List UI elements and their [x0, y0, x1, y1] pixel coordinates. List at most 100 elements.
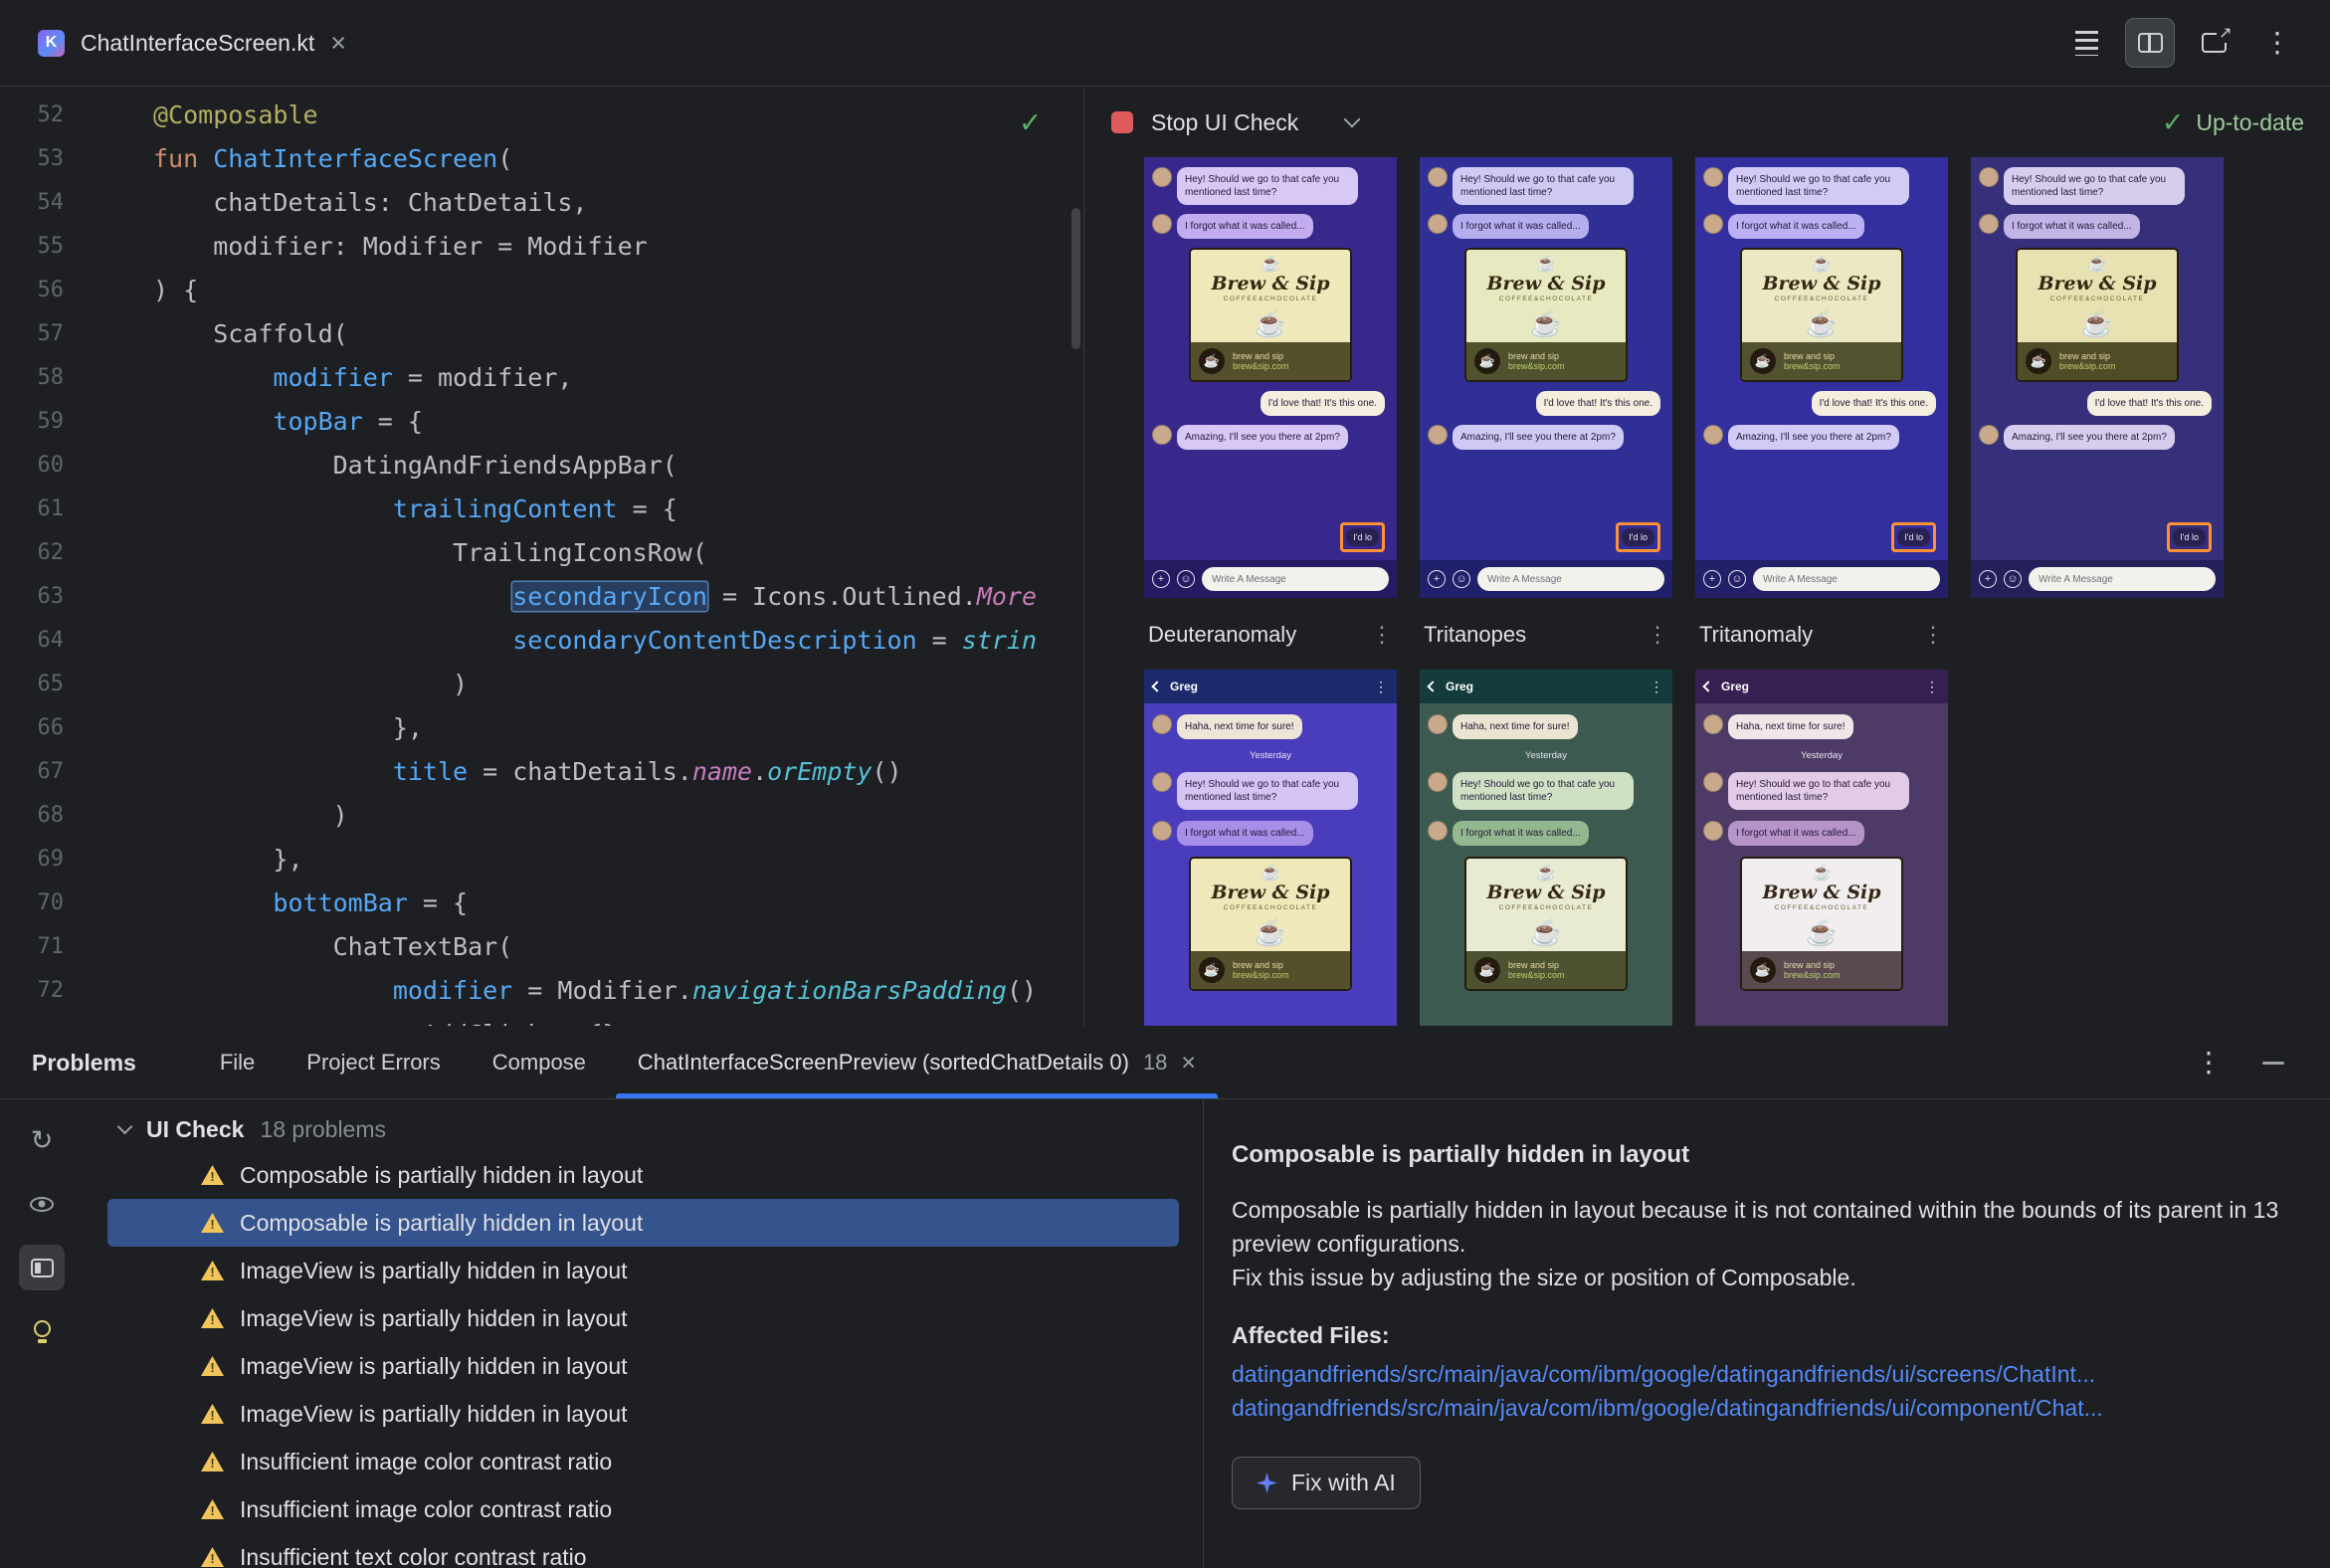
brew-sip-card: ☕ Brew & Sip COFFEE&CHOCOLATE ☕ ☕ brew and si… — [2016, 248, 2179, 382]
chat-message: Amazing, I'll see you there at 2pm? — [1979, 425, 2216, 450]
avatar — [1428, 214, 1448, 234]
problem-item[interactable]: ! ImageView is partially hidden in layout — [84, 1390, 1203, 1438]
preview-card[interactable]: Hey! Should we go to that cafe you menti… — [1971, 157, 2224, 598]
tab-project-errors[interactable]: Project Errors — [281, 1027, 466, 1098]
avatar — [1979, 425, 1999, 445]
refresh-button[interactable]: ↻ — [19, 1117, 65, 1163]
coffee-photo: ☕ — [1529, 916, 1563, 947]
close-icon[interactable]: × — [330, 29, 346, 57]
emoji-icon: ☺ — [1453, 570, 1470, 588]
stop-icon[interactable] — [1111, 111, 1133, 133]
affected-file-link[interactable]: datingandfriends/src/main/java/com/ibm/g… — [1232, 1391, 2286, 1425]
coffee-photo: ☕ — [1805, 307, 1839, 338]
add-icon: + — [1152, 570, 1170, 588]
chat-message: I'd love that! It's this one. — [1535, 391, 1660, 416]
quickfix-button[interactable] — [19, 1308, 65, 1354]
warning-icon: ! — [201, 1261, 224, 1280]
preview-card[interactable]: Greg ⋮ Haha, next time for sure! Yesterda… — [1144, 670, 1397, 1026]
code-editor[interactable]: 52 @Composable 53 fun ChatInterfaceScreen(… — [0, 88, 1084, 1026]
tab-chatinterfacescreen-preview[interactable]: ChatInterfaceScreenPreview (sortedChatDe… — [612, 1027, 1222, 1098]
problem-item[interactable]: ! ImageView is partially hidden in layout — [84, 1247, 1203, 1294]
problem-item[interactable]: ! Insufficient text color contrast ratio — [84, 1533, 1203, 1567]
problem-item-selected[interactable]: ! Composable is partially hidden in layou… — [107, 1199, 1179, 1247]
affected-files-heading: Affected Files: — [1232, 1322, 1390, 1348]
code-line: 71 ChatTextBar( — [37, 932, 513, 961]
kebab-icon: ⋮ — [1374, 678, 1388, 694]
tab-file[interactable]: File — [194, 1027, 281, 1098]
code-line: 68 ) — [37, 801, 348, 830]
tool-window-title[interactable]: Problems — [30, 1050, 154, 1077]
kebab-icon[interactable]: ⋮ — [2195, 1049, 2223, 1077]
coffee-cup-icon: ☕ — [1199, 348, 1225, 374]
preview-card[interactable]: Hey! Should we go to that cafe you menti… — [1695, 157, 1948, 598]
chat-message: I forgot what it was called... — [1428, 214, 1664, 239]
preview-card[interactable]: Greg ⋮ Haha, next time for sure! Yesterda… — [1420, 670, 1672, 1026]
avatar — [1152, 167, 1172, 187]
coffee-photo: ☕ — [1254, 307, 1287, 338]
uicheck-preview-panel: Stop UI Check ✓ Up-to-date Hey! Should w… — [1085, 88, 2330, 1026]
kebab-icon[interactable]: ⋮ — [1371, 622, 1393, 648]
inspections-ok-icon[interactable]: ✓ — [1021, 99, 1040, 143]
preview-toggle-button[interactable] — [19, 1181, 65, 1227]
avatar — [1703, 772, 1723, 792]
editor-tab[interactable]: K ChatInterfaceScreen.kt × — [28, 0, 356, 86]
message-input: Write A Message — [1477, 567, 1664, 591]
chevron-down-icon[interactable] — [116, 1118, 133, 1135]
chat-message: I forgot what it was called... — [1152, 821, 1389, 846]
problem-item[interactable]: ! Composable is partially hidden in layou… — [84, 1151, 1203, 1199]
avatar — [1979, 214, 1999, 234]
details-pane-button[interactable] — [19, 1245, 65, 1290]
status-badge: ✓ Up-to-date — [2161, 106, 2304, 137]
close-icon[interactable]: × — [1181, 1049, 1196, 1078]
chat-message: Haha, next time for sure! — [1428, 714, 1664, 739]
brew-sip-card: ☕ Brew & Sip COFFEE&CHOCOLATE ☕ ☕ brew and si… — [1740, 857, 1903, 991]
message-bar: + ☺ Write A Message — [1144, 560, 1397, 598]
chat-message: Hey! Should we go to that cafe you menti… — [1979, 167, 2216, 205]
coffee-cup-icon: ☕ — [1536, 256, 1556, 273]
problem-item[interactable]: ! ImageView is partially hidden in layout — [84, 1294, 1203, 1342]
split-editor-button[interactable] — [2125, 18, 2175, 68]
chat-message: Haha, next time for sure! — [1152, 714, 1389, 739]
coffee-cup-icon: ☕ — [1812, 865, 1832, 882]
brew-sip-card: ☕ Brew & Sip COFFEE&CHOCOLATE ☕ ☕ brew and si… — [1189, 248, 1352, 382]
preview-card[interactable]: Hey! Should we go to that cafe you menti… — [1144, 157, 1397, 598]
coffee-cup-icon: ☕ — [1261, 865, 1280, 882]
tab-compose[interactable]: Compose — [467, 1027, 612, 1098]
problem-item[interactable]: ! ImageView is partially hidden in layout — [84, 1342, 1203, 1390]
preview-card[interactable]: Greg ⋮ Haha, next time for sure! Yesterda… — [1695, 670, 1948, 1026]
avatar — [1703, 167, 1723, 187]
stop-ui-check-button[interactable]: Stop UI Check — [1151, 109, 1298, 136]
coffee-cup-icon: ☕ — [2026, 348, 2051, 374]
avatar — [1428, 821, 1448, 841]
problem-item[interactable]: ! Insufficient image color contrast ratio — [84, 1485, 1203, 1533]
editor-scrollbar[interactable] — [1071, 208, 1080, 349]
problem-group-header[interactable]: UI Check 18 problems — [84, 1107, 1203, 1151]
more-options-button[interactable]: ⋮ — [2252, 18, 2302, 68]
detach-editor-button[interactable]: ↗ — [2189, 18, 2238, 68]
coffee-cup-icon: ☕ — [1474, 348, 1500, 374]
fix-with-ai-button[interactable]: Fix with AI — [1232, 1457, 1421, 1509]
kebab-icon[interactable]: ⋮ — [1647, 622, 1668, 648]
kebab-icon: ⋮ — [1925, 678, 1939, 694]
problem-count-badge: 18 — [1142, 1050, 1168, 1075]
code-line: 57 Scaffold( — [37, 319, 348, 348]
chat-message: Hey! Should we go to that cafe you menti… — [1703, 167, 1940, 205]
affected-file-link[interactable]: datingandfriends/src/main/java/com/ibm/g… — [1232, 1357, 2286, 1391]
back-icon — [1427, 681, 1439, 692]
highlighted-identifier: secondaryIcon — [512, 582, 707, 611]
chat-message: I forgot what it was called... — [1428, 821, 1664, 846]
editor-list-button[interactable] — [2061, 18, 2111, 68]
check-icon: ✓ — [2161, 106, 2185, 137]
avatar — [1428, 772, 1448, 792]
editor-tab-title: ChatInterfaceScreen.kt — [81, 29, 315, 56]
preview-card[interactable]: Hey! Should we go to that cafe you menti… — [1420, 157, 1672, 598]
kebab-icon[interactable]: ⋮ — [1922, 622, 1944, 648]
chat-message: Hey! Should we go to that cafe you menti… — [1428, 167, 1664, 205]
chat-message: Haha, next time for sure! — [1703, 714, 1940, 739]
chevron-down-icon[interactable] — [1343, 110, 1361, 128]
code-line: 70 bottomBar = { — [37, 888, 469, 917]
minimize-icon[interactable] — [2262, 1061, 2284, 1065]
problem-item[interactable]: ! Insufficient image color contrast ratio — [84, 1438, 1203, 1485]
code-line: 64 secondaryContentDescription = strin — [37, 626, 1038, 655]
kebab-icon: ⋮ — [1650, 678, 1663, 694]
